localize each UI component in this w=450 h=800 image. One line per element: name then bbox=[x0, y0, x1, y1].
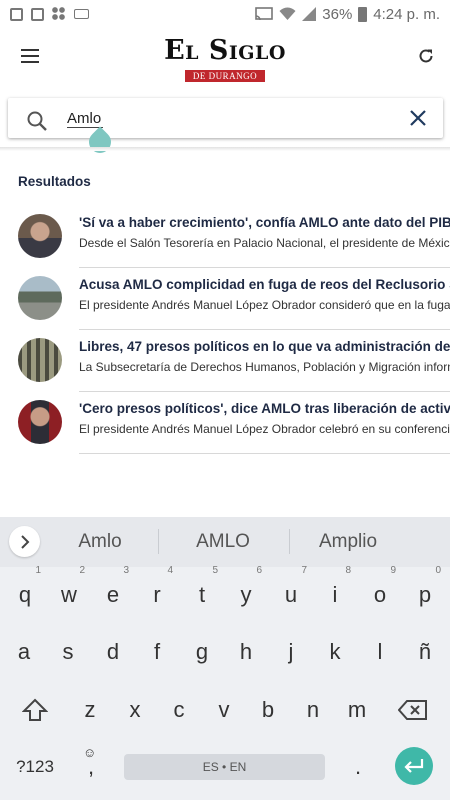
result-thumbnail bbox=[18, 276, 62, 320]
emoji-icon: ☺ bbox=[83, 745, 97, 760]
key-k[interactable]: k bbox=[313, 629, 357, 675]
key-r[interactable]: r4 bbox=[135, 566, 179, 618]
on-screen-keyboard: Amlo AMLO Amplio q1 w2 e3 r4 t5 y6 u7 i8… bbox=[0, 517, 450, 800]
result-title: Libres, 47 presos políticos en lo que va… bbox=[79, 339, 450, 354]
battery-icon bbox=[358, 6, 368, 22]
separator bbox=[289, 529, 290, 554]
app-bar: El Siglo DE DURANGO bbox=[0, 28, 450, 88]
key-n[interactable]: n bbox=[291, 687, 335, 733]
key-g[interactable]: g bbox=[180, 629, 224, 675]
search-bar bbox=[8, 98, 443, 138]
result-thumbnail bbox=[18, 214, 62, 258]
result-item[interactable]: Acusa AMLO complicidad en fuga de reos d… bbox=[0, 268, 450, 330]
logo-sub-text: DE DURANGO bbox=[184, 70, 266, 82]
key-s[interactable]: s bbox=[46, 629, 90, 675]
separator bbox=[79, 453, 450, 454]
result-item[interactable]: 'Sí va a haber crecimiento', confía AMLO… bbox=[0, 206, 450, 268]
el-siglo-logo: El Siglo DE DURANGO bbox=[0, 36, 450, 84]
divider bbox=[0, 147, 450, 151]
key-e[interactable]: e3 bbox=[91, 566, 135, 618]
keyboard-notification-icon bbox=[74, 9, 89, 19]
key-a[interactable]: a bbox=[2, 629, 46, 675]
backspace-key[interactable] bbox=[391, 687, 435, 733]
key-o[interactable]: o9 bbox=[358, 566, 402, 618]
key-t[interactable]: t5 bbox=[180, 566, 224, 618]
key-j[interactable]: j bbox=[269, 629, 313, 675]
symbols-key[interactable]: ?123 bbox=[8, 744, 62, 790]
key-m[interactable]: m bbox=[335, 687, 379, 733]
shift-key[interactable] bbox=[13, 687, 57, 733]
result-thumbnail bbox=[18, 338, 62, 382]
enter-icon bbox=[404, 759, 424, 773]
suggestion-3[interactable]: Amplio bbox=[305, 531, 391, 553]
key-f[interactable]: f bbox=[135, 629, 179, 675]
image-notification-icon bbox=[10, 7, 23, 21]
results-heading: Resultados bbox=[18, 174, 91, 189]
apps-notification-icon bbox=[52, 7, 66, 21]
key-v[interactable]: v bbox=[202, 687, 246, 733]
enter-key[interactable] bbox=[395, 747, 433, 785]
separator bbox=[158, 529, 159, 554]
result-item[interactable]: 'Cero presos políticos', dice AMLO tras … bbox=[0, 392, 450, 454]
result-title: Acusa AMLO complicidad en fuga de reos d… bbox=[79, 277, 450, 292]
key-y[interactable]: y6 bbox=[224, 566, 268, 618]
suggestion-1[interactable]: Amlo bbox=[58, 531, 142, 553]
result-thumbnail bbox=[18, 400, 62, 444]
period-key[interactable]: . bbox=[336, 744, 380, 790]
result-title: 'Sí va a haber crecimiento', confía AMLO… bbox=[79, 215, 450, 230]
key-h[interactable]: h bbox=[224, 629, 268, 675]
chevron-right-icon bbox=[20, 534, 29, 549]
key-z[interactable]: z bbox=[68, 687, 112, 733]
comma-emoji-key[interactable]: ☺ , bbox=[69, 744, 113, 790]
checkbox-notification-icon bbox=[31, 7, 44, 21]
key-u[interactable]: u7 bbox=[269, 566, 313, 618]
search-input[interactable] bbox=[67, 107, 387, 129]
result-item[interactable]: Libres, 47 presos políticos en lo que va… bbox=[0, 330, 450, 392]
cast-icon bbox=[255, 7, 274, 21]
key-i[interactable]: i8 bbox=[313, 566, 357, 618]
space-key[interactable]: ES • EN bbox=[124, 754, 325, 780]
suggestion-2[interactable]: AMLO bbox=[180, 531, 266, 553]
status-bar: 36% 4:24 p. m. bbox=[0, 0, 450, 28]
key-c[interactable]: c bbox=[157, 687, 201, 733]
key-enye[interactable]: ñ bbox=[403, 629, 447, 675]
clock: 4:24 p. m. bbox=[373, 5, 440, 23]
result-summary: El presidente Andrés Manuel López Obrado… bbox=[79, 298, 450, 312]
logo-main-text: El Siglo bbox=[164, 35, 286, 66]
key-b[interactable]: b bbox=[246, 687, 290, 733]
signal-icon bbox=[302, 7, 317, 21]
backspace-icon bbox=[397, 700, 427, 720]
result-summary: El presidente Andrés Manuel López Obrado… bbox=[79, 422, 450, 436]
battery-percent: 36% bbox=[322, 5, 353, 23]
clear-icon[interactable] bbox=[409, 109, 427, 127]
result-summary: Desde el Salón Tesorería en Palacio Naci… bbox=[79, 236, 450, 250]
key-d[interactable]: d bbox=[91, 629, 135, 675]
wifi-icon bbox=[279, 7, 296, 20]
key-x[interactable]: x bbox=[113, 687, 157, 733]
expand-suggestions-button[interactable] bbox=[9, 526, 40, 557]
result-summary: La Subsecretaría de Derechos Humanos, Po… bbox=[79, 360, 450, 374]
shift-icon bbox=[21, 698, 49, 721]
key-q[interactable]: q1 bbox=[3, 566, 47, 618]
suggestion-bar: Amlo AMLO Amplio bbox=[0, 517, 450, 567]
result-title: 'Cero presos políticos', dice AMLO tras … bbox=[79, 401, 450, 416]
refresh-icon[interactable] bbox=[416, 46, 436, 66]
key-p[interactable]: p0 bbox=[403, 566, 447, 618]
search-icon[interactable] bbox=[26, 110, 48, 132]
key-w[interactable]: w2 bbox=[47, 566, 91, 618]
key-l[interactable]: l bbox=[358, 629, 402, 675]
